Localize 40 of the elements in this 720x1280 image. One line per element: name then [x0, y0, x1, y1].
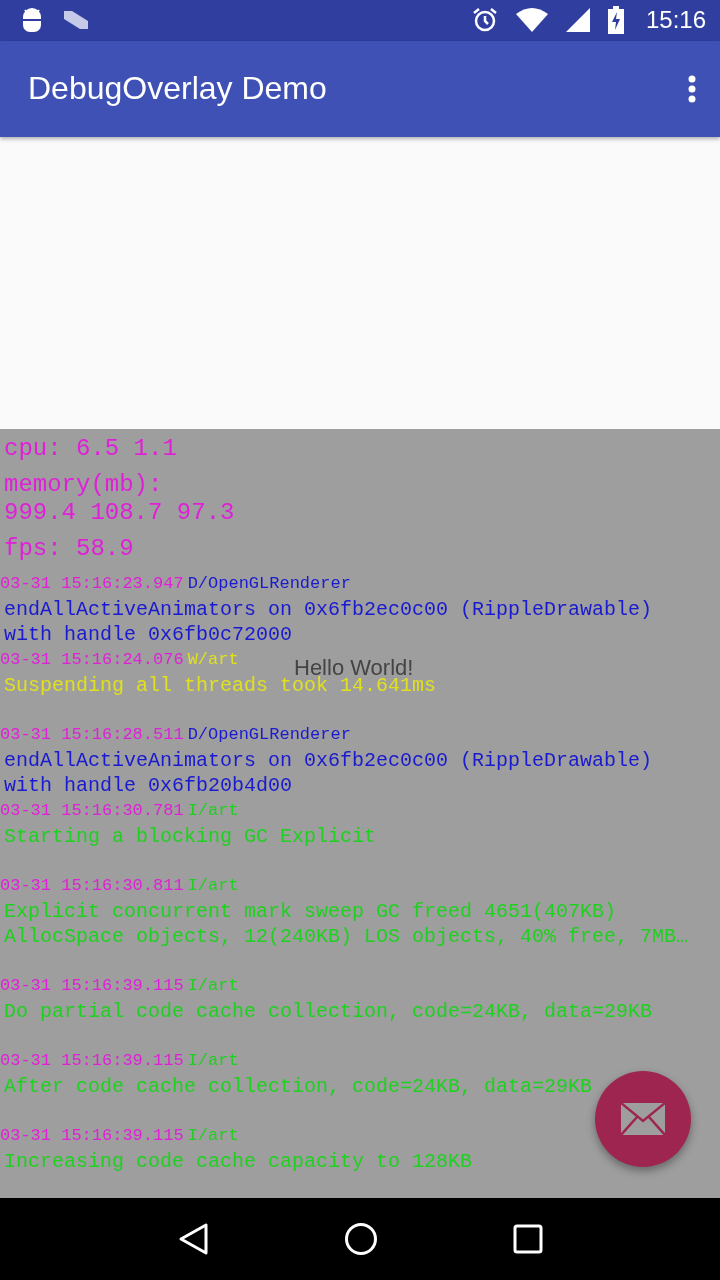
log-timestamp: 03-31 15:16:30.781	[0, 800, 184, 823]
log-tag: I/art	[187, 973, 239, 1000]
log-message: Do partial code cache collection, code=24KB, data=29KB	[3, 999, 654, 1025]
battery-charging-icon	[607, 6, 624, 35]
log-timestamp: 03-31 15:16:39.115	[0, 1125, 184, 1148]
log-timestamp: 03-31 15:16:23.947	[0, 573, 184, 596]
android-icon	[20, 7, 44, 34]
alarm-icon	[471, 7, 498, 34]
log-timestamp: 03-31 15:16:28.511	[0, 724, 184, 747]
log-tag: D/OpenGLRenderer	[187, 571, 351, 598]
log-timestamp: 03-31 15:16:30.811	[0, 875, 184, 898]
log-timestamp: 03-31 15:16:39.115	[0, 975, 184, 998]
wifi-icon	[515, 8, 548, 33]
log-tag: I/art	[187, 873, 239, 900]
n-logo-icon	[62, 9, 90, 32]
log-message: endAllActiveAnimators on 0x6fb2ec0c00 (RippleDrawable) with handle 0x6fb20b4d00	[3, 748, 654, 799]
log-message: Increasing code cache capacity to 128KB	[3, 1149, 474, 1175]
mail-icon	[621, 1103, 665, 1135]
recents-button[interactable]	[512, 1224, 543, 1255]
stat-text: cpu: 6.5 1.1	[3, 435, 178, 464]
log-tag: D/OpenGLRenderer	[187, 722, 351, 749]
log-message: Explicit concurrent mark sweep GC freed 4651(407KB) AllocSpace objects, 12(240KB) LOS objects, 40% free, 7MB…	[3, 899, 690, 950]
log-tag: I/art	[187, 1123, 239, 1150]
signal-icon	[565, 8, 590, 33]
more-options-icon[interactable]	[688, 74, 696, 103]
log-tag: I/art	[187, 1048, 239, 1075]
log-timestamp: 03-31 15:16:39.115	[0, 1050, 184, 1073]
status-time: 15:16	[645, 6, 706, 35]
log-message: Starting a blocking GC Explicit	[3, 824, 378, 850]
log-tag: I/art	[187, 798, 239, 825]
log-message: Suspending all threads took 14.641ms	[3, 674, 438, 699]
app-title: DebugOverlay Demo	[28, 70, 327, 108]
log-tag: W/art	[187, 647, 239, 674]
log-message: endAllActiveAnimators on 0x6fb2ec0c00 (RippleDrawable) with handle 0x6fb0c72000	[3, 597, 654, 648]
back-button[interactable]	[177, 1222, 210, 1257]
log-message: After code cache collection, code=24KB, data=29KB	[3, 1074, 594, 1100]
log-timestamp: 03-31 15:16:24.076	[0, 649, 184, 672]
home-button[interactable]	[344, 1222, 378, 1257]
stat-text: fps: 58.9	[3, 535, 135, 564]
stat-text: memory(mb): 999.4 108.7 97.3	[3, 471, 236, 528]
